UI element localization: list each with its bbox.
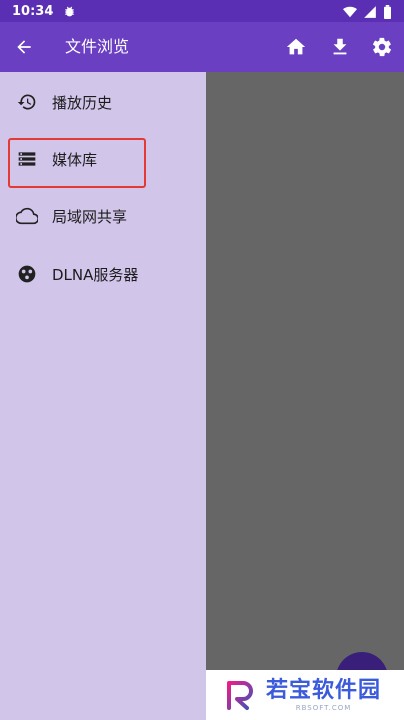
drawer-item-label: 播放历史 bbox=[52, 93, 113, 112]
drawer-item-lan-share[interactable]: 局域网共享 bbox=[0, 192, 206, 240]
wifi-icon bbox=[343, 4, 357, 23]
dlna-icon bbox=[16, 263, 38, 285]
drawer-item-history[interactable]: 播放历史 bbox=[0, 78, 206, 126]
watermark-subtext: RBSOFT.COM bbox=[295, 704, 352, 712]
bug-icon bbox=[63, 5, 76, 18]
page-title: 文件浏览 bbox=[65, 37, 130, 56]
highlight-box bbox=[8, 138, 146, 188]
drawer-item-label: DLNA服务器 bbox=[52, 265, 139, 284]
battery-icon bbox=[383, 4, 392, 23]
watermark-logo-icon bbox=[227, 681, 253, 710]
arrow-back-icon[interactable] bbox=[10, 33, 38, 61]
home-icon[interactable] bbox=[282, 33, 310, 61]
drawer-item-label: 局域网共享 bbox=[52, 207, 128, 226]
watermark: 若宝软件园 RBSOFT.COM bbox=[206, 670, 404, 720]
download-icon[interactable] bbox=[326, 33, 354, 61]
history-icon bbox=[16, 91, 38, 113]
app-toolbar: 文件浏览 bbox=[0, 22, 404, 72]
watermark-text: 若宝软件园 bbox=[266, 678, 382, 703]
content-scrim[interactable] bbox=[206, 72, 404, 720]
status-time: 10:34 bbox=[12, 3, 54, 19]
signal-icon bbox=[363, 4, 377, 23]
cloud-icon bbox=[16, 205, 38, 227]
drawer-item-dlna[interactable]: DLNA服务器 bbox=[0, 250, 206, 298]
settings-icon[interactable] bbox=[368, 33, 396, 61]
status-bar: 10:34 bbox=[0, 0, 404, 22]
